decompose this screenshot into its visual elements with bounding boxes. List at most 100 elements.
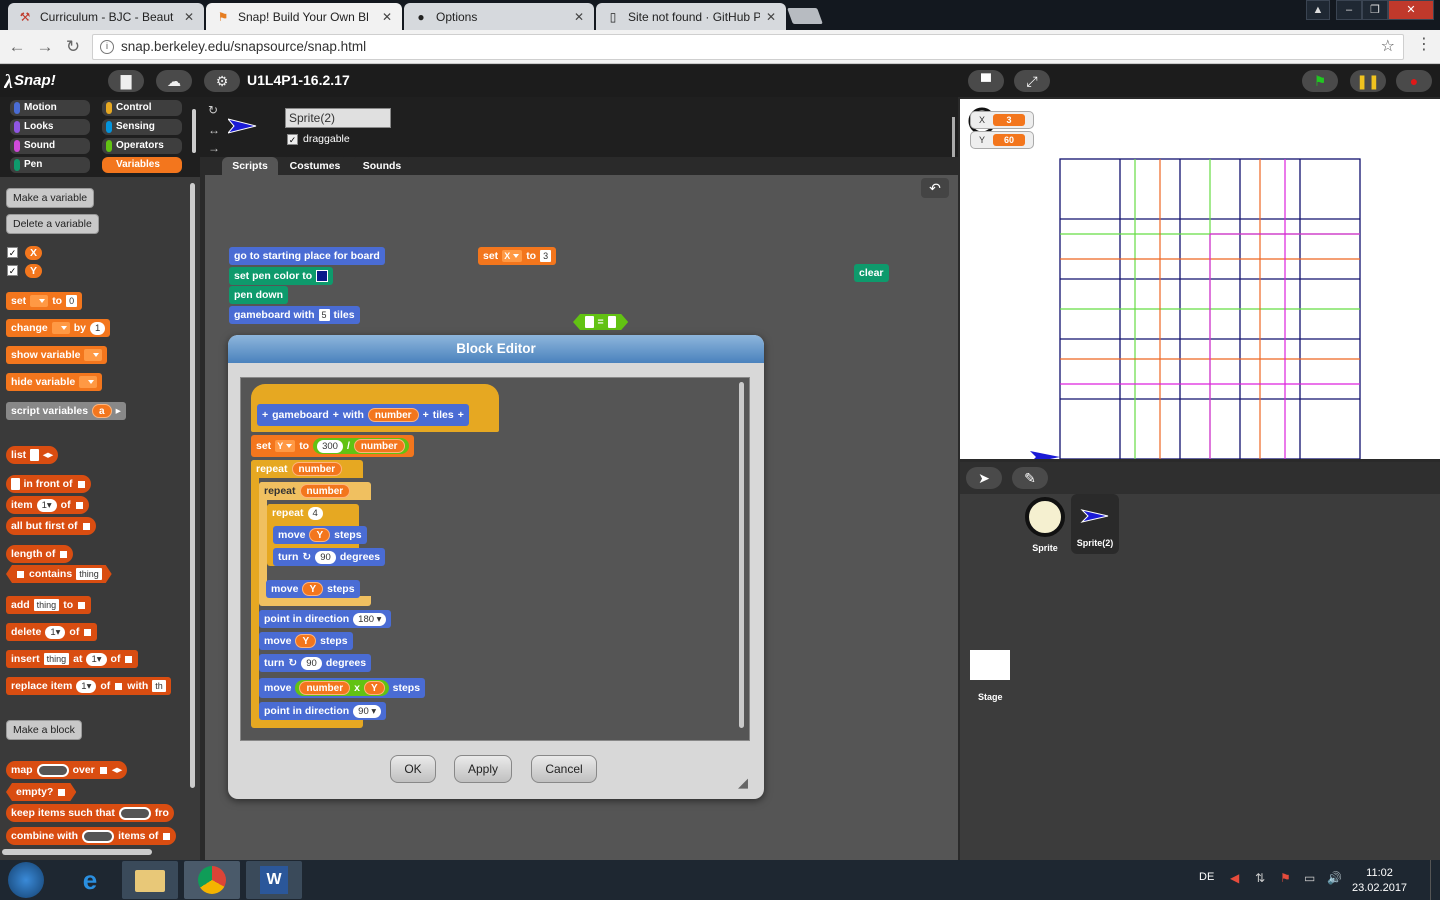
- chrome-icon[interactable]: [184, 861, 240, 899]
- param-number[interactable]: number: [299, 484, 351, 498]
- list-slot[interactable]: [124, 654, 134, 664]
- add-turtle-button[interactable]: ➤: [966, 467, 1002, 489]
- set-y-block[interactable]: set Y to 300 / number: [251, 435, 414, 457]
- system-clock[interactable]: 11:02 23.02.2017: [1352, 866, 1407, 896]
- category-sensing[interactable]: Sensing: [102, 119, 182, 135]
- list-slot[interactable]: [59, 549, 69, 559]
- pause-button[interactable]: ❚❚: [1350, 70, 1386, 92]
- tab-snap[interactable]: ⚑ Snap! Build Your Own Bl ✕: [206, 3, 402, 30]
- param-number[interactable]: number: [353, 439, 405, 453]
- checkbox-x[interactable]: ✓: [7, 247, 18, 258]
- list-slot[interactable]: [77, 600, 87, 610]
- var-y-reporter[interactable]: Y: [25, 264, 43, 278]
- dropdown-slot[interactable]: [51, 322, 70, 334]
- tab-site-not-found[interactable]: ▯ Site not found · GitHub P ✕: [596, 3, 786, 30]
- watcher-y[interactable]: Y 60: [970, 131, 1034, 149]
- file-explorer-icon[interactable]: [122, 861, 178, 899]
- move-y-steps-block[interactable]: move Ysteps: [259, 632, 353, 650]
- paint-new-sprite-button[interactable]: ✎: [1012, 467, 1048, 489]
- make-variable-button[interactable]: Make a variable: [6, 188, 95, 208]
- arrow-right-icon[interactable]: ▸: [116, 402, 121, 420]
- minimize-button[interactable]: –: [1336, 0, 1362, 20]
- category-variables[interactable]: Variables: [102, 157, 182, 173]
- cloud-button[interactable]: ☁: [156, 70, 192, 92]
- list-slot[interactable]: [81, 521, 91, 531]
- direction-dropdown[interactable]: 180 ▾: [353, 612, 387, 626]
- category-scrollbar[interactable]: [192, 109, 196, 153]
- new-tab-button[interactable]: [787, 8, 823, 24]
- turn-90-block[interactable]: turn ↻ 90 degrees: [273, 548, 386, 566]
- script-variables-block[interactable]: script variables a ▸: [6, 402, 126, 420]
- input-slot[interactable]: th: [152, 680, 166, 692]
- draggable-option[interactable]: ✓ draggable: [287, 133, 350, 145]
- keep-items-block[interactable]: keep items such that fro: [6, 804, 174, 822]
- input-slot[interactable]: thing: [76, 568, 102, 580]
- reload-icon[interactable]: ↻: [62, 36, 84, 58]
- var-dropdown[interactable]: X: [502, 250, 523, 262]
- ring-slot[interactable]: [36, 763, 69, 777]
- list-slot[interactable]: [98, 765, 108, 775]
- input-slot[interactable]: thing: [43, 653, 70, 665]
- cancel-button[interactable]: Cancel: [531, 755, 597, 783]
- combine-with-block[interactable]: combine with items of: [6, 827, 177, 845]
- input-slot[interactable]: 90: [315, 550, 336, 564]
- add-block[interactable]: add thing to: [6, 596, 92, 614]
- tab-scripts[interactable]: Scripts: [222, 157, 278, 175]
- watcher-x[interactable]: X 3: [970, 111, 1034, 129]
- list-slot[interactable]: [162, 831, 172, 841]
- list-slot[interactable]: [114, 681, 124, 691]
- input-slot[interactable]: 4: [307, 506, 323, 520]
- settings-button[interactable]: ⚙: [204, 70, 240, 92]
- param-number[interactable]: number: [367, 408, 419, 422]
- stop-button[interactable]: ●: [1396, 70, 1432, 92]
- menu-icon[interactable]: ⋮: [1416, 34, 1432, 54]
- contains-block[interactable]: contains thing: [6, 565, 112, 583]
- set-x-block[interactable]: set Xto 3: [478, 247, 557, 265]
- address-bar[interactable]: i snap.berkeley.edu/snapsource/snap.html…: [92, 34, 1404, 60]
- list-slot[interactable]: [83, 627, 93, 637]
- tab-curriculum[interactable]: ⚒ Curriculum - BJC - Beaut ✕: [8, 3, 204, 30]
- delete-block[interactable]: delete 1▾ of: [6, 623, 98, 641]
- input-slot[interactable]: 3: [540, 250, 552, 262]
- input-slot[interactable]: 5: [318, 309, 330, 321]
- var-y-reporter[interactable]: Y: [363, 681, 385, 695]
- input-slot[interactable]: [11, 478, 20, 490]
- plus-icon[interactable]: +: [262, 406, 268, 424]
- input-slot[interactable]: [608, 316, 617, 328]
- input-slot[interactable]: 1▾: [86, 652, 107, 666]
- editor-scrollbar[interactable]: [739, 382, 744, 728]
- back-icon[interactable]: ←: [6, 36, 28, 58]
- resize-handle-icon[interactable]: ◢: [738, 775, 748, 791]
- apply-button[interactable]: Apply: [454, 755, 512, 783]
- show-variable-block[interactable]: show variable: [6, 346, 108, 364]
- change-block[interactable]: change by 1: [6, 319, 111, 337]
- snap-logo[interactable]: λ Snap!: [3, 70, 56, 93]
- category-looks[interactable]: Looks: [10, 119, 90, 135]
- sprite-thumbnail-sprite2[interactable]: Sprite(2): [1071, 494, 1119, 554]
- input-slot[interactable]: 90: [301, 656, 322, 670]
- input-slot[interactable]: 1▾: [36, 498, 57, 512]
- list-block[interactable]: list ◂▸: [6, 446, 59, 464]
- input-slot[interactable]: 1▾: [76, 679, 97, 693]
- dropdown-slot[interactable]: [84, 349, 103, 361]
- start-button[interactable]: [8, 862, 44, 898]
- category-motion[interactable]: Motion: [10, 100, 90, 116]
- list-slot[interactable]: [16, 570, 25, 579]
- green-flag-button[interactable]: ⚑: [1302, 70, 1338, 92]
- color-slot[interactable]: [316, 270, 329, 282]
- monitor-tray-icon[interactable]: ▭: [1304, 871, 1315, 885]
- close-window-button[interactable]: ✕: [1388, 0, 1434, 20]
- clear-block[interactable]: clear: [854, 264, 889, 282]
- divide-reporter[interactable]: 300 / number: [313, 438, 409, 454]
- repeat-middle-header[interactable]: repeat number: [259, 482, 356, 500]
- sprite-name-field[interactable]: Sprite(2): [285, 108, 391, 128]
- block-editor-canvas[interactable]: + gameboard + with number + tiles + set …: [240, 377, 750, 741]
- close-icon[interactable]: ✕: [184, 10, 194, 24]
- equals-predicate-block[interactable]: =: [573, 314, 628, 330]
- multiply-reporter[interactable]: number x Y: [295, 680, 389, 696]
- category-control[interactable]: Control: [102, 100, 182, 116]
- repeat-outer-header[interactable]: repeat number: [251, 460, 348, 478]
- action-center-icon[interactable]: ⚑: [1280, 871, 1291, 885]
- category-sound[interactable]: Sound: [10, 138, 90, 154]
- repeat-inner-header[interactable]: repeat 4: [267, 504, 328, 522]
